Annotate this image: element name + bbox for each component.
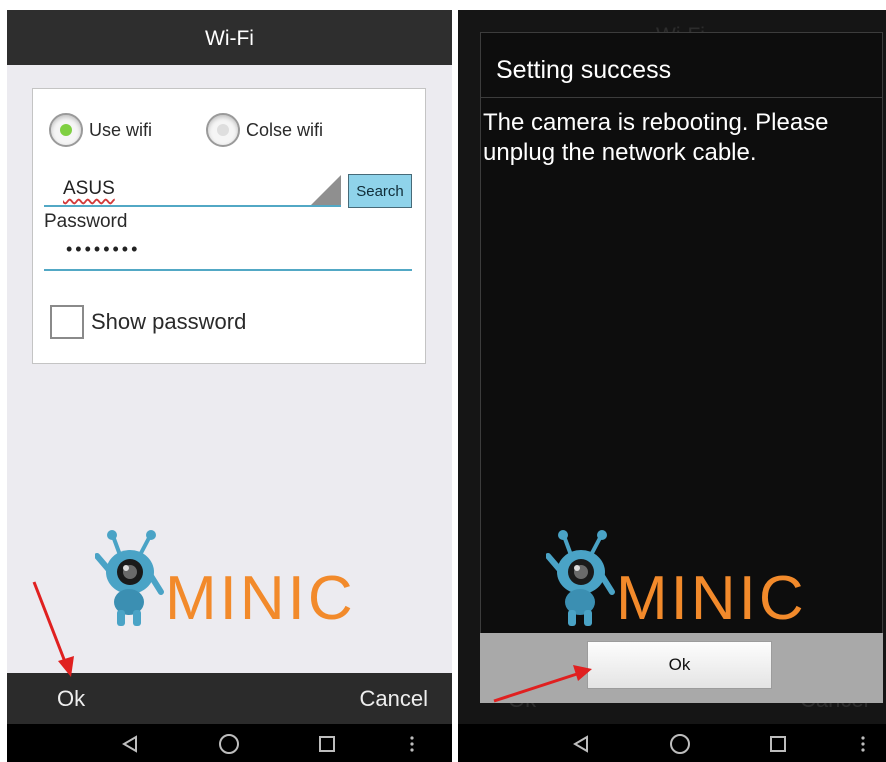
logo-text: MINIC xyxy=(165,564,356,633)
password-field[interactable]: •••••••• xyxy=(44,237,412,271)
checkbox-icon xyxy=(50,305,84,339)
menu-dots-icon[interactable] xyxy=(401,733,423,755)
menu-dots-icon[interactable] xyxy=(852,733,874,755)
cancel-button[interactable]: Cancel xyxy=(360,673,428,725)
search-button[interactable]: Search xyxy=(348,174,412,208)
robot-mascot-icon xyxy=(95,530,164,626)
setting-success-screen: Wi-Fi ASUS Search Password •••••••• Show… xyxy=(458,10,886,762)
recents-icon[interactable] xyxy=(316,733,338,755)
ok-button[interactable]: Ok xyxy=(57,673,85,725)
ok-button[interactable]: Ok xyxy=(587,641,772,689)
close-wifi-label: Colse wifi xyxy=(246,119,324,140)
annotation-arrow-icon xyxy=(493,665,592,703)
wifi-settings-card: Use wifi Colse wifi ASUS Search Password… xyxy=(32,88,426,364)
show-password-checkbox[interactable]: Show password xyxy=(50,305,246,339)
page-title: Wi-Fi xyxy=(7,10,452,65)
dropdown-corner-icon xyxy=(311,175,341,205)
radio-unselected-icon xyxy=(206,113,240,147)
wifi-settings-screen: Wi-Fi Use wifi Colse wifi ASUS Search Pa… xyxy=(7,10,452,762)
android-nav-bar xyxy=(458,724,886,762)
password-value: •••••••• xyxy=(66,239,141,259)
recents-icon[interactable] xyxy=(767,733,789,755)
minic-logo: MINIC xyxy=(546,530,836,640)
dialog-button-bar: Ok Cancel xyxy=(7,673,452,724)
dialog-title: Setting success xyxy=(496,56,672,84)
robot-mascot-icon xyxy=(546,530,615,626)
minic-logo: MINIC xyxy=(95,530,385,640)
back-icon[interactable] xyxy=(570,733,592,755)
use-wifi-label: Use wifi xyxy=(89,119,153,140)
annotation-arrow-icon xyxy=(32,581,74,677)
password-label: Password xyxy=(44,211,128,232)
close-wifi-radio[interactable]: Colse wifi xyxy=(206,113,323,147)
radio-selected-icon xyxy=(49,113,83,147)
back-icon[interactable] xyxy=(119,733,141,755)
use-wifi-radio[interactable]: Use wifi xyxy=(49,113,152,147)
ssid-select[interactable]: ASUS xyxy=(44,173,341,207)
dialog-divider xyxy=(480,97,883,98)
home-icon[interactable] xyxy=(218,733,240,755)
android-nav-bar xyxy=(7,724,452,762)
logo-text: MINIC xyxy=(616,564,807,633)
home-icon[interactable] xyxy=(669,733,691,755)
show-password-label: Show password xyxy=(91,309,247,334)
ssid-value: ASUS xyxy=(63,178,115,199)
dialog-message: The camera is rebooting. Please unplug t… xyxy=(483,109,829,166)
